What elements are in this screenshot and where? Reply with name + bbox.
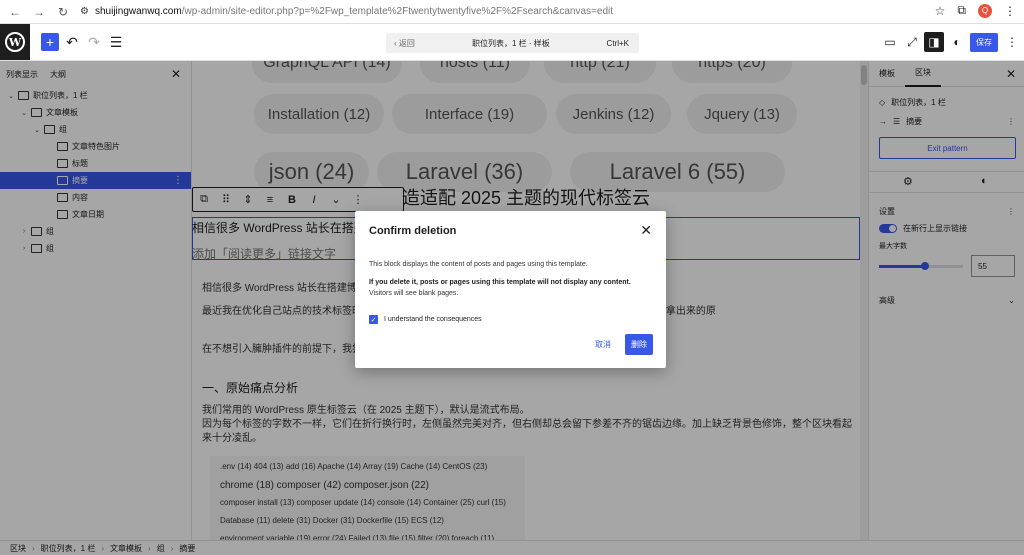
browser-bar: ← → ↻ ⚙ shuijingwanwq.com/wp-admin/site-… <box>0 0 1024 24</box>
dialog-text-3: Visitors will see blank pages. <box>369 290 459 297</box>
external-link-icon[interactable]: ⤢ <box>904 34 920 50</box>
url-host: shuijingwanwq.com <box>94 6 182 17</box>
dialog-warning: If you delete it, posts or pages using t… <box>369 279 631 286</box>
extensions-icon[interactable]: ⧉ <box>957 3 966 18</box>
bookmark-star-icon[interactable]: ☆ <box>935 4 946 18</box>
doc-back-link[interactable]: ‹ 返回 <box>394 38 415 49</box>
forward-icon[interactable]: → <box>30 3 48 21</box>
document-overview-icon[interactable]: ☰ <box>107 33 125 51</box>
confirm-deletion-dialog: Confirm deletion ✕ This block displays t… <box>355 211 666 368</box>
site-info-icon[interactable]: ⚙ <box>80 6 89 17</box>
url-path: /wp-admin/site-editor.php?p=%2Fwp_templa… <box>181 6 614 17</box>
checkbox-label[interactable]: I understand the consequences <box>384 316 482 323</box>
checkbox-checked-icon[interactable]: ✓ <box>369 315 378 324</box>
undo-icon[interactable]: ↶ <box>63 33 81 51</box>
add-block-button[interactable]: + <box>41 33 59 51</box>
view-desktop-icon[interactable]: ▭ <box>882 34 898 50</box>
command-bar[interactable]: ‹ 返回 职位列表，1 栏 · 样板 Ctrl+K <box>386 33 639 53</box>
cancel-button[interactable]: 取消 <box>595 339 611 350</box>
redo-icon[interactable]: ↷ <box>85 33 103 51</box>
editor-toolbar: W + ↶ ↷ ☰ ‹ 返回 职位列表，1 栏 · 样板 Ctrl+K ▭ ⤢ … <box>0 24 1024 61</box>
doc-title: 职位列表，1 栏 · 样板 <box>472 38 550 48</box>
doc-shortcut: Ctrl+K <box>606 38 629 48</box>
delete-button[interactable]: 删除 <box>625 334 653 355</box>
reload-icon[interactable]: ↻ <box>54 3 72 21</box>
wordpress-logo[interactable]: W <box>0 24 30 60</box>
settings-sidebar-icon[interactable]: ◨ <box>924 32 944 52</box>
dialog-text-1: This block displays the content of posts… <box>369 261 588 268</box>
options-menu-icon[interactable]: ⋮ <box>1004 34 1020 50</box>
close-icon[interactable]: ✕ <box>640 222 652 239</box>
address-bar[interactable]: ⚙ shuijingwanwq.com/wp-admin/site-editor… <box>80 6 613 17</box>
browser-menu-icon[interactable]: ⋮ <box>1004 4 1016 18</box>
dialog-title: Confirm deletion <box>369 225 457 237</box>
profile-avatar[interactable]: Q <box>978 3 992 18</box>
styles-icon[interactable]: ◐ <box>949 34 965 50</box>
save-button[interactable]: 保存 <box>970 33 998 52</box>
back-icon[interactable]: ← <box>6 3 24 21</box>
understand-checkbox-row[interactable]: ✓ I understand the consequences <box>369 315 482 324</box>
